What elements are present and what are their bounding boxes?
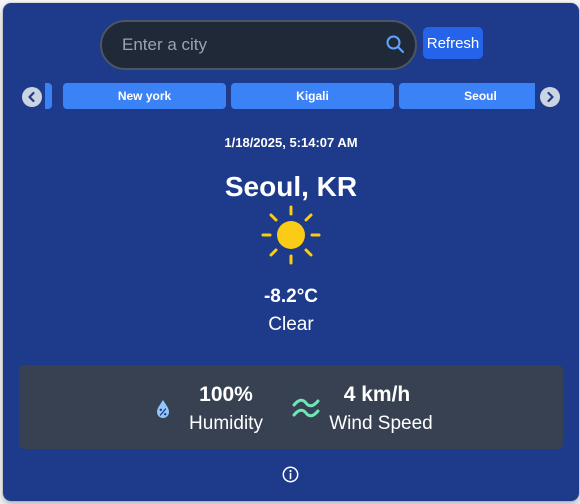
city-carousel: New york Kigali Seoul: [45, 83, 535, 110]
info-icon[interactable]: [282, 466, 299, 483]
search-box: [100, 20, 417, 70]
city-tab-seoul[interactable]: Seoul: [399, 83, 535, 109]
city-title: Seoul, KR: [224, 171, 358, 202]
refresh-button[interactable]: Refresh: [423, 27, 483, 59]
wind-speed-label: Wind Speed: [329, 413, 433, 434]
weather-card: Refresh New york Kigali Seoul 1/18/2025,…: [3, 3, 579, 501]
humidity-icon: [157, 400, 169, 418]
chevron-left-icon: [28, 91, 35, 103]
condition-text: Clear: [268, 314, 314, 335]
temperature-value: -8.2°C: [263, 286, 319, 307]
humidity-label: Humidity: [189, 413, 263, 434]
chevron-right-icon: [547, 91, 554, 103]
search-icon[interactable]: [385, 34, 405, 54]
wind-speed-value: 4 km/h: [343, 383, 411, 406]
city-tab-partial[interactable]: [45, 83, 52, 109]
carousel-prev-button[interactable]: [22, 87, 42, 107]
city-tab-kigali[interactable]: Kigali: [231, 83, 394, 109]
stats-panel: 100% Humidity 4 km/h Wind Speed: [19, 365, 563, 449]
carousel-next-button[interactable]: [540, 87, 560, 107]
search-input[interactable]: [120, 22, 380, 68]
wind-icon: [292, 398, 320, 418]
datetime-text: 1/18/2025, 5:14:07 AM: [224, 135, 358, 150]
humidity-value: 100%: [199, 383, 253, 406]
city-tab-new-york[interactable]: New york: [63, 83, 226, 109]
sun-icon: [261, 205, 321, 265]
